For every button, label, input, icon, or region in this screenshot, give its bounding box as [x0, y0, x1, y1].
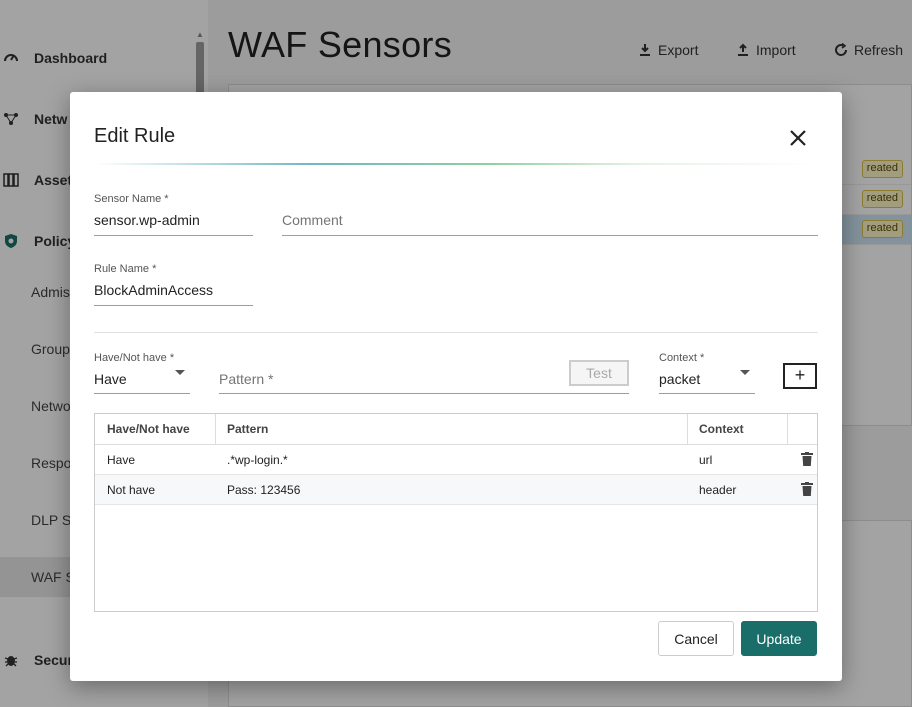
comment-underline: [282, 235, 818, 236]
pattern-table: Have/Not have Pattern Context Have .*wp-…: [94, 413, 818, 612]
dialog-title: Edit Rule: [94, 125, 176, 147]
sensor-name-label: Sensor Name *: [94, 193, 169, 205]
cell-pattern: .*wp-login.*: [227, 453, 288, 467]
sensor-name-field: Sensor Name *: [94, 193, 253, 236]
cell-context: header: [699, 483, 737, 497]
pattern-field: [219, 352, 629, 394]
have-not-have-underline: [94, 393, 190, 394]
context-underline: [659, 393, 755, 394]
trash-icon[interactable]: [801, 482, 813, 496]
column-header-pattern[interactable]: Pattern: [215, 414, 268, 444]
cell-have: Have: [107, 453, 136, 467]
table-row[interactable]: Have .*wp-login.* url: [95, 445, 817, 475]
table-row[interactable]: Not have Pass: 123456 header: [95, 475, 817, 505]
context-select[interactable]: Context * packet: [659, 352, 755, 394]
cancel-button[interactable]: Cancel: [658, 621, 734, 656]
pattern-underline: [219, 393, 629, 394]
title-divider: [94, 163, 818, 165]
rule-name-input[interactable]: [94, 282, 253, 298]
update-button[interactable]: Update: [741, 621, 817, 656]
test-button[interactable]: Test: [569, 360, 629, 386]
rule-name-label: Rule Name *: [94, 263, 157, 275]
chevron-down-icon: [175, 370, 185, 375]
sensor-name-underline: [94, 235, 253, 236]
section-divider: [94, 332, 818, 333]
close-icon[interactable]: [786, 126, 810, 150]
comment-input[interactable]: [282, 212, 818, 228]
cell-have: Not have: [107, 483, 156, 497]
cell-pattern: Pass: 123456: [227, 483, 301, 497]
sensor-name-input[interactable]: [94, 212, 253, 228]
pattern-input[interactable]: [219, 371, 559, 387]
context-label: Context *: [659, 352, 705, 364]
rule-name-field: Rule Name *: [94, 263, 253, 306]
chevron-down-icon: [740, 370, 750, 375]
have-not-have-select[interactable]: Have/Not have * Have: [94, 352, 190, 394]
trash-icon[interactable]: [801, 452, 813, 466]
cell-context: url: [699, 453, 713, 467]
comment-field: [282, 193, 818, 236]
add-pattern-button[interactable]: +: [783, 363, 817, 389]
column-header-context[interactable]: Context: [687, 414, 744, 444]
have-not-have-label: Have/Not have *: [94, 352, 175, 364]
column-header-have[interactable]: Have/Not have: [107, 414, 190, 444]
rule-name-underline: [94, 305, 253, 306]
table-header: Have/Not have Pattern Context: [95, 414, 817, 445]
edit-rule-dialog: Edit Rule Sensor Name * Rule Name * Have…: [70, 92, 842, 681]
column-header-actions: [787, 414, 788, 444]
